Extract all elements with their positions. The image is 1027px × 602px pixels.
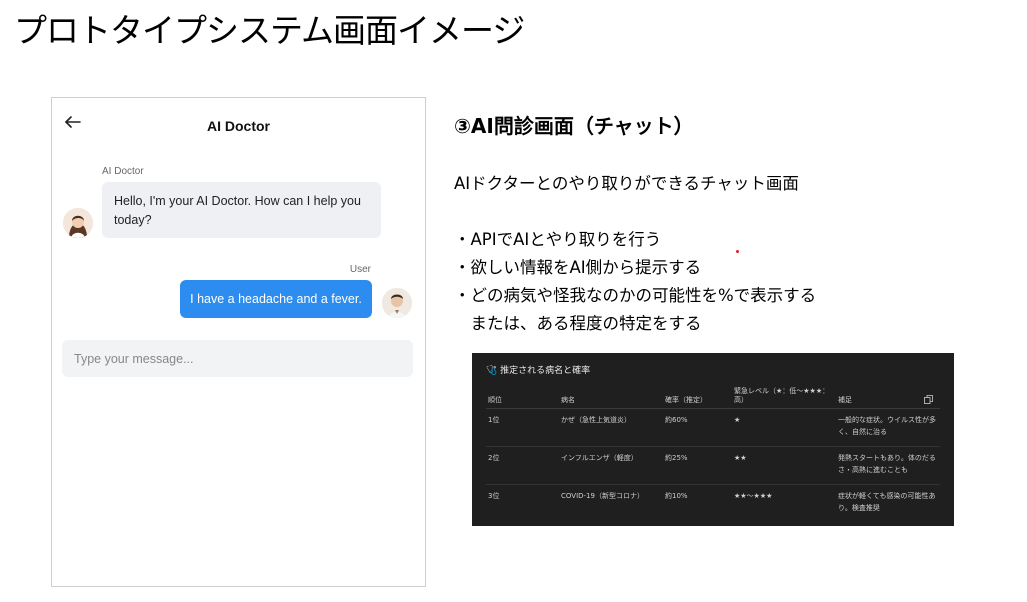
female-doctor-avatar [63,208,93,238]
bullet-item: または、ある程度の特定をする [454,314,702,333]
column-header: 順位 [486,383,559,409]
probability-cell: 約25% [663,446,732,485]
message-input[interactable] [62,340,413,377]
table-row: 3位 COVID-19（新型コロナ） 約10% ★★〜★★★ 症状が軽くても感染… [486,485,940,523]
rank-cell: 1位 [486,408,559,447]
column-header: 補足 [836,383,940,409]
column-header: 病名 [559,383,663,409]
urgency-cell: ★★ [732,446,836,485]
diagnosis-table: 順位 病名 確率（推定） 緊急レベル（★：低〜★★★：高） 補足 1位 かぜ（急… [486,383,940,522]
description-summary: AIドクターとのやり取りができるチャット画面 [454,174,799,193]
note-cell: 発熱スタートもあり。体のだるさ・高熱に進むことも [836,446,940,485]
probability-cell: 約60% [663,408,732,447]
urgency-cell: ★ [732,408,836,447]
section-heading: ③AI問診画面（チャット） [454,114,694,138]
disease-cell: かぜ（急性上気道炎） [559,408,663,447]
table-row: 2位 インフルエンザ（軽度） 約25% ★★ 発熱スタートもあり。体のだるさ・高… [486,446,940,485]
bullet-item: ・欲しい情報をAI側から提示する [454,258,702,277]
note-cell: 一般的な症状。ウイルス性が多く、自然に治る [836,408,940,447]
note-cell: 症状が軽くても感染の可能性あり。検査推奨 [838,492,936,512]
column-header: 緊急レベル（★：低〜★★★：高） [732,383,836,409]
red-dot-mark [736,250,739,253]
panel-title: 🩺 推定される病名と確率 [486,366,591,376]
user-message-bubble: I have a headache and a fever. [180,280,372,318]
bullet-item: ・APIでAIとやり取りを行う [454,230,662,249]
slide-title: プロトタイプシステム画面イメージ [14,11,525,50]
chat-title: AI Doctor [207,118,270,134]
sender-label-user: User [349,264,371,275]
probability-cell: 約10% [665,492,688,500]
rank-cell: 3位 [488,492,500,500]
disease-cell: インフルエンザ（軽度） [559,446,663,485]
bullet-item: ・どの病気や怪我なのかの可能性を%で表示する [454,286,817,305]
disease-cell: COVID-19（新型コロナ） [561,492,644,500]
ai-message-bubble: Hello, I'm your AI Doctor. How can I hel… [102,182,381,238]
male-user-avatar [382,288,412,318]
diagnosis-panel: 🩺 推定される病名と確率 順位 病名 確率（推定） 緊急レベル（★：低〜★★★：… [472,353,954,526]
table-header-row: 順位 病名 確率（推定） 緊急レベル（★：低〜★★★：高） 補足 [486,383,940,409]
chat-screen: AI Doctor AI Doctor Hello, I'm your AI D… [51,97,426,587]
rank-cell: 2位 [486,446,559,485]
urgency-cell: ★★〜★★★ [734,492,773,500]
table-row: 1位 かぜ（急性上気道炎） 約60% ★ 一般的な症状。ウイルス性が多く、自然に… [486,408,940,447]
column-header: 確率（推定） [663,383,732,409]
sender-label-ai: AI Doctor [102,166,144,177]
